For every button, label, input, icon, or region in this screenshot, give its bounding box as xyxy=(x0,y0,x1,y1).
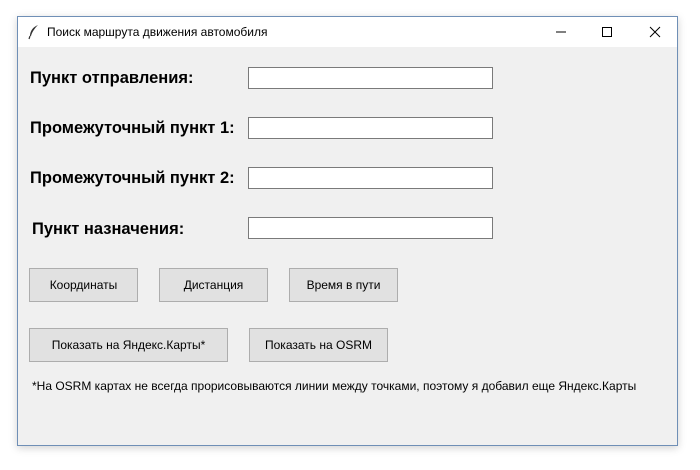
footnote-text: *На OSRM картах не всегда прорисовываютс… xyxy=(32,379,637,393)
coordinates-button[interactable]: Координаты xyxy=(29,268,138,302)
minimize-button[interactable] xyxy=(538,17,584,47)
waypoint1-input[interactable] xyxy=(248,117,493,139)
travel-time-button[interactable]: Время в пути xyxy=(289,268,398,302)
close-button[interactable] xyxy=(632,17,678,47)
distance-button[interactable]: Дистанция xyxy=(159,268,268,302)
departure-input[interactable] xyxy=(248,67,493,89)
feather-icon xyxy=(27,24,41,40)
destination-label: Пункт назначения: xyxy=(32,220,185,238)
departure-label: Пункт отправления: xyxy=(30,69,194,87)
show-osrm-button[interactable]: Показать на OSRM xyxy=(249,328,388,362)
maximize-button[interactable] xyxy=(584,17,630,47)
destination-input[interactable] xyxy=(248,217,493,239)
waypoint1-label: Промежуточный пункт 1: xyxy=(30,119,235,137)
app-window: Поиск маршрута движения автомобиля Пункт… xyxy=(17,16,678,446)
window-title: Поиск маршрута движения автомобиля xyxy=(47,25,268,39)
maximize-icon xyxy=(602,27,612,37)
waypoint2-label: Промежуточный пункт 2: xyxy=(30,169,235,187)
close-icon xyxy=(649,26,661,38)
waypoint2-input[interactable] xyxy=(248,167,493,189)
show-yandex-button[interactable]: Показать на Яндекс.Карты* xyxy=(29,328,228,362)
title-bar[interactable]: Поиск маршрута движения автомобиля xyxy=(18,17,677,47)
minimize-icon xyxy=(556,31,566,33)
